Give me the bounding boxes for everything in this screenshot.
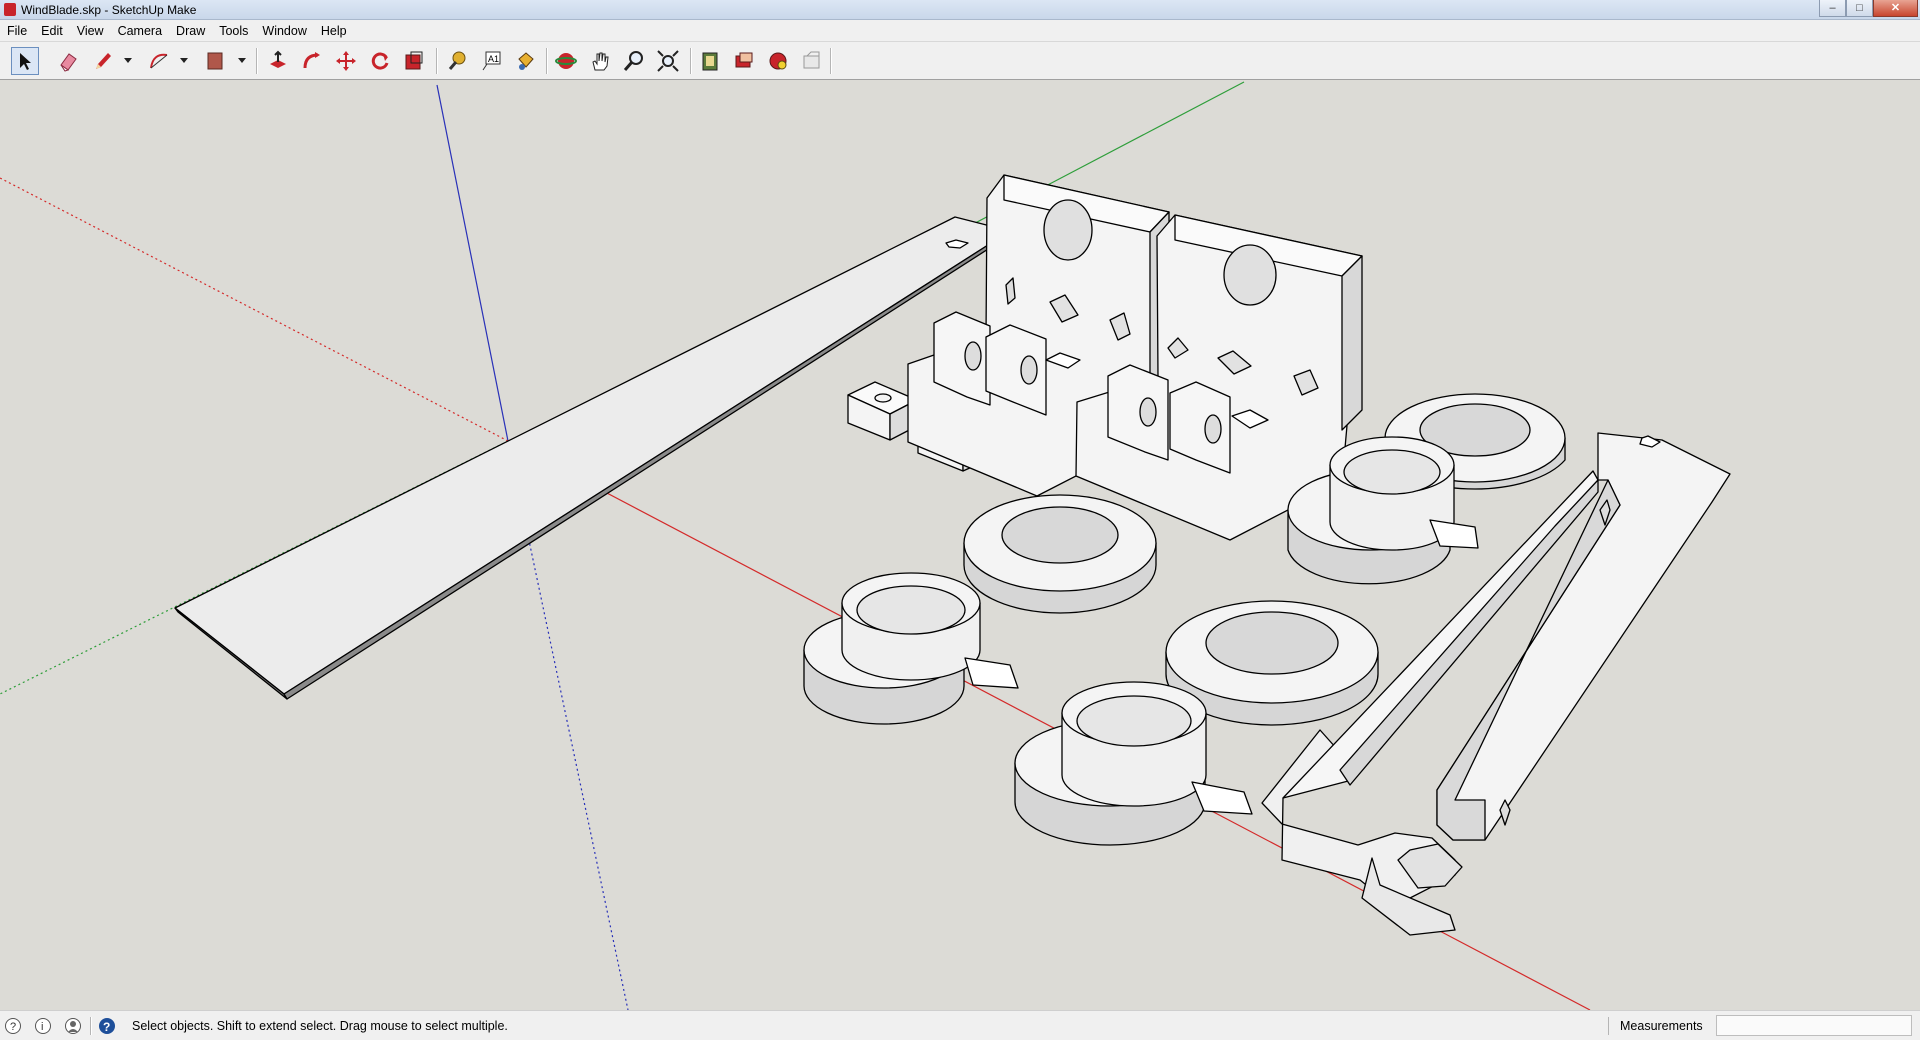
follow-me-tool-button[interactable]: [298, 47, 326, 75]
paint-bucket-tool-button[interactable]: [511, 47, 539, 75]
share-component-button[interactable]: [764, 47, 792, 75]
menu-draw[interactable]: Draw: [169, 24, 212, 38]
pan-hand-icon: [592, 52, 609, 71]
menu-window[interactable]: Window: [255, 24, 313, 38]
rectangle-dropdown-arrow[interactable]: [238, 58, 246, 63]
share-component-icon: [769, 52, 787, 70]
menu-tools[interactable]: Tools: [212, 24, 255, 38]
text-tool-button[interactable]: A1: [477, 47, 505, 75]
main-toolbar: A1: [0, 42, 1920, 80]
svg-text:i: i: [41, 1021, 43, 1033]
menu-bar: File Edit View Camera Draw Tools Window …: [0, 20, 1920, 42]
zoom-extents-icon: [657, 50, 679, 72]
user-account-icon[interactable]: [64, 1017, 82, 1035]
zoom-tool-button[interactable]: [620, 47, 648, 75]
geolocation-icon[interactable]: ?: [4, 1017, 22, 1035]
menu-view[interactable]: View: [70, 24, 111, 38]
extension-warehouse-button[interactable]: [798, 47, 826, 75]
toolbar-divider: [546, 48, 548, 74]
follow-me-icon: [303, 52, 320, 69]
toolbar-divider: [830, 48, 832, 74]
red-axis-negative: [0, 177, 509, 442]
scale-icon: [405, 51, 423, 70]
eraser-tool-button[interactable]: [54, 47, 82, 75]
orbit-icon: [555, 53, 577, 69]
zoom-magnifier-icon: [623, 51, 643, 71]
modeling-viewport[interactable]: [0, 80, 1920, 1010]
credits-info-icon[interactable]: i: [34, 1017, 52, 1035]
minimize-button[interactable]: –: [1819, 0, 1846, 17]
scale-tool-button[interactable]: [400, 47, 428, 75]
rotate-tool-button[interactable]: [366, 47, 394, 75]
select-tool-button[interactable]: [11, 47, 39, 75]
model-canvas[interactable]: [0, 80, 1920, 1010]
menu-camera[interactable]: Camera: [111, 24, 169, 38]
small-block-left[interactable]: [847, 381, 918, 441]
menu-edit[interactable]: Edit: [34, 24, 70, 38]
svg-text:A1: A1: [488, 54, 499, 64]
eraser-icon: [60, 53, 77, 72]
arrow-cursor-icon: [20, 53, 31, 70]
rectangle-tool-button[interactable]: [201, 47, 229, 75]
move-icon: [336, 51, 356, 71]
menu-file[interactable]: File: [0, 24, 34, 38]
title-bar: WindBlade.skp - SketchUp Make – □ ✕: [0, 0, 1920, 20]
rotate-icon: [371, 52, 389, 70]
svg-text:?: ?: [10, 1021, 16, 1033]
arc-dropdown-arrow[interactable]: [180, 58, 188, 63]
arc-tool-button[interactable]: [145, 47, 173, 75]
menu-help[interactable]: Help: [314, 24, 354, 38]
move-tool-button[interactable]: [332, 47, 360, 75]
push-pull-tool-button[interactable]: [264, 47, 292, 75]
measurements-label: Measurements: [1620, 1019, 1703, 1033]
maximize-button[interactable]: □: [1846, 0, 1873, 17]
toolbar-divider: [256, 48, 258, 74]
sketchup-app-icon: [4, 3, 16, 16]
pencil-tool-button[interactable]: [89, 47, 117, 75]
status-message: Select objects. Shift to extend select. …: [132, 1019, 508, 1033]
warehouse-models-icon: [702, 52, 718, 71]
share-model-icon: [735, 52, 753, 68]
pan-tool-button[interactable]: [586, 47, 614, 75]
status-bar: ? i ? Select objects. Shift to extend se…: [0, 1010, 1920, 1040]
rectangle-icon: [207, 52, 223, 70]
pencil-dropdown-arrow[interactable]: [124, 58, 132, 63]
tape-measure-tool-button[interactable]: [443, 47, 471, 75]
tape-measure-icon: [448, 51, 466, 70]
window-title: WindBlade.skp - SketchUp Make: [21, 3, 197, 17]
push-pull-icon: [270, 50, 286, 68]
extension-warehouse-icon: [803, 51, 820, 69]
blue-axis-positive: [436, 84, 509, 442]
measurements-input[interactable]: [1716, 1015, 1912, 1036]
svg-text:?: ?: [103, 1020, 110, 1034]
toolbar-divider: [436, 48, 438, 74]
help-instructor-icon[interactable]: ?: [98, 1017, 116, 1035]
status-divider: [90, 1017, 92, 1035]
toolbar-divider: [690, 48, 692, 74]
orbit-tool-button[interactable]: [552, 47, 580, 75]
share-model-button[interactable]: [730, 47, 758, 75]
paint-bucket-icon: [518, 52, 534, 70]
zoom-extents-tool-button[interactable]: [654, 47, 682, 75]
get-models-button[interactable]: [696, 47, 724, 75]
text-label-icon: A1: [482, 51, 501, 71]
status-divider: [1608, 1017, 1609, 1035]
pencil-icon: [96, 53, 111, 69]
close-button[interactable]: ✕: [1873, 0, 1918, 17]
arc-icon: [150, 53, 168, 69]
washer-center-top[interactable]: [963, 494, 1157, 614]
